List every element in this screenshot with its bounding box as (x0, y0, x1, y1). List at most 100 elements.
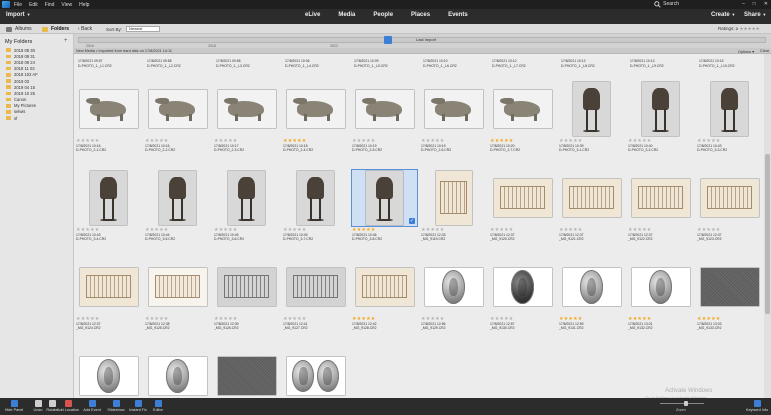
thumbnail-frame[interactable] (628, 170, 693, 226)
photo-thumbnail[interactable] (355, 90, 414, 128)
media-item[interactable]: ★★★★★ 17/8/2021 12:42 _MG_9128.CR2 (350, 259, 419, 332)
tab-folders[interactable]: Folders (42, 26, 69, 32)
clear-button[interactable]: Clear (760, 49, 769, 53)
photo-thumbnail[interactable] (493, 268, 552, 306)
timeline-track[interactable]: Last Import (78, 37, 766, 43)
media-item[interactable]: ★★★★★ 17/8/2021 10:18 D-PHOTO_2-4.CR2 (281, 81, 350, 154)
media-item[interactable]: ★★★★★ 17/8/2021 12:37 _MG_9120.CR2 (488, 170, 557, 243)
thumbnail-frame[interactable] (421, 259, 486, 315)
photo-thumbnail[interactable] (642, 82, 679, 136)
zoom-slider[interactable] (660, 403, 704, 404)
media-item[interactable]: ★★★★★ 17/8/2021 10:45 D-PHOTO_3-7.CR2 (281, 170, 350, 243)
media-item[interactable]: ★★★★★ 17/8/2021 10:16 D-PHOTO_2-2.CR2 (143, 81, 212, 154)
tab-elive[interactable]: eLive (305, 12, 320, 18)
media-item[interactable]: ★★★★★ 17/8/2021 10:19 D-PHOTO_2-6.CR2 (419, 81, 488, 154)
search-label[interactable]: Search (663, 1, 679, 7)
thumbnail-frame[interactable] (76, 348, 141, 398)
options-button[interactable]: Options ▾ (738, 49, 754, 54)
photo-thumbnail[interactable] (366, 171, 403, 225)
media-item[interactable]: ★★★★★ 17/8/2021 12:56 _MG_9129.CR2 (419, 259, 488, 332)
scrollbar-thumb[interactable] (765, 154, 770, 314)
media-item[interactable]: ★★★★★ 17/8/2021 12:33 _MG_9119.CR2 (419, 170, 488, 243)
photo-thumbnail[interactable] (286, 268, 345, 306)
thumbnail-frame[interactable] (76, 81, 141, 137)
media-item[interactable]: ★★★★★ 17/8/2021 12:41 _MG_9127.CR2 (281, 259, 350, 332)
timeline-handle[interactable] (384, 36, 392, 44)
share-button[interactable]: Share ▼ (744, 12, 766, 18)
tab-places[interactable]: Places (411, 12, 430, 18)
media-item[interactable]: ★★★★★ 17/8/2021 12:37 _MG_9122.CR2 (626, 170, 695, 243)
menu-view[interactable]: View (61, 2, 72, 8)
ratings-filter[interactable]: Ratings: ≥ ★★★★★ (718, 26, 760, 32)
thumbnail-frame[interactable] (214, 259, 279, 315)
media-item[interactable]: ★★★★★ 17/8/2021 12:59 _MG_9131.CR2 (557, 259, 626, 332)
photo-thumbnail[interactable] (297, 171, 334, 225)
thumbnail-frame[interactable] (697, 170, 762, 226)
media-item[interactable]: ★★★★★ 17/8/2021 12:57 _MG_9130.CR2 (488, 259, 557, 332)
thumbnail-frame[interactable] (145, 81, 210, 137)
media-item[interactable]: ★★★★★ 17/8/2021 10:43 D-PHOTO_3-3.CR2 (695, 81, 764, 154)
thumbnail-frame[interactable] (352, 259, 417, 315)
minimize-icon[interactable]: – (742, 1, 745, 7)
search-icon[interactable] (654, 1, 661, 8)
maximize-icon[interactable]: □ (753, 1, 756, 7)
photo-thumbnail[interactable] (424, 268, 483, 306)
photo-thumbnail[interactable] (79, 357, 138, 395)
media-item[interactable]: ✓ ★★★★★ 17/8/2021 10:46 D-PHOTO_3-8.CR2 (350, 169, 419, 243)
photo-thumbnail[interactable] (562, 179, 621, 217)
media-item[interactable]: ★★★★★ 17/8/2021 12:37 _MG_9121.CR2 (557, 170, 626, 243)
media-item[interactable]: ★★★★★ 17/8/2021 10:40 D-PHOTO_3-2.CR2 (626, 81, 695, 154)
import-button[interactable]: Import ▼ (6, 12, 31, 18)
thumbnail-frame[interactable] (145, 170, 210, 226)
photo-thumbnail[interactable] (493, 90, 552, 128)
tab-events[interactable]: Events (448, 12, 468, 18)
photo-thumbnail[interactable] (631, 179, 690, 217)
photo-thumbnail[interactable] (286, 90, 345, 128)
thumbnail-frame[interactable] (421, 81, 486, 137)
media-item[interactable]: ★★★★★ 17/8/2021 10:45 D-PHOTO_3-6.CR2 (212, 170, 281, 243)
media-item[interactable]: ★★★★★ 17/8/2021 13:03 _MG_9133.CR2 (695, 259, 764, 332)
photo-thumbnail[interactable] (562, 268, 621, 306)
thumbnail-frame[interactable] (283, 81, 348, 137)
photo-thumbnail[interactable] (700, 179, 759, 217)
editor-button[interactable]: Editor (144, 400, 172, 412)
thumbnail-frame[interactable] (490, 81, 555, 137)
thumbnail-frame[interactable] (214, 81, 279, 137)
keyword-info-button[interactable]: Keyword Info (743, 400, 771, 412)
photo-thumbnail[interactable] (217, 268, 276, 306)
photo-thumbnail[interactable] (424, 90, 483, 128)
photo-thumbnail[interactable] (148, 357, 207, 395)
photo-thumbnail[interactable] (79, 268, 138, 306)
media-item[interactable]: ★★★★★17/8/2021 13:10_MG_9137.CR2 (281, 348, 350, 398)
thumbnail-frame[interactable] (283, 348, 348, 398)
menu-file[interactable]: File (14, 2, 22, 8)
thumbnail-frame[interactable] (628, 259, 693, 315)
photo-thumbnail[interactable] (148, 90, 207, 128)
media-item[interactable]: ★★★★★ 17/8/2021 12:37 _MG_9123.CR2 (695, 170, 764, 243)
photo-thumbnail[interactable] (286, 357, 345, 395)
sort-by-select[interactable]: Newest (126, 26, 161, 32)
photo-thumbnail[interactable] (573, 82, 610, 136)
photo-thumbnail[interactable] (79, 90, 138, 128)
media-item[interactable]: ★★★★★17/8/2021 13:05_MG_9135.CR2 (143, 348, 212, 398)
thumbnail-frame[interactable] (559, 170, 624, 226)
media-item[interactable]: ★★★★★ 17/8/2021 10:44 D-PHOTO_3-5.CR2 (143, 170, 212, 243)
grid-scrollbar[interactable] (764, 54, 771, 398)
photo-thumbnail[interactable] (711, 82, 748, 136)
media-item[interactable]: ★★★★★ 17/8/2021 10:20 D-PHOTO_2-7.CR2 (488, 81, 557, 154)
thumbnail-frame[interactable] (628, 81, 693, 137)
menu-find[interactable]: Find (45, 2, 55, 8)
menu-help[interactable]: Help (79, 2, 89, 8)
photo-thumbnail[interactable] (228, 171, 265, 225)
close-icon[interactable]: ✕ (764, 1, 768, 7)
photo-thumbnail[interactable] (148, 268, 207, 306)
thumbnail-frame[interactable] (283, 259, 348, 315)
thumbnail-frame[interactable] (76, 170, 141, 226)
thumbnail-frame[interactable] (490, 259, 555, 315)
thumbnail-frame[interactable] (559, 259, 624, 315)
tab-albums[interactable]: Albums (6, 26, 32, 32)
thumbnail-frame[interactable] (214, 170, 279, 226)
photo-thumbnail[interactable] (700, 268, 759, 306)
thumbnail-frame[interactable] (76, 259, 141, 315)
menu-edit[interactable]: Edit (29, 2, 38, 8)
